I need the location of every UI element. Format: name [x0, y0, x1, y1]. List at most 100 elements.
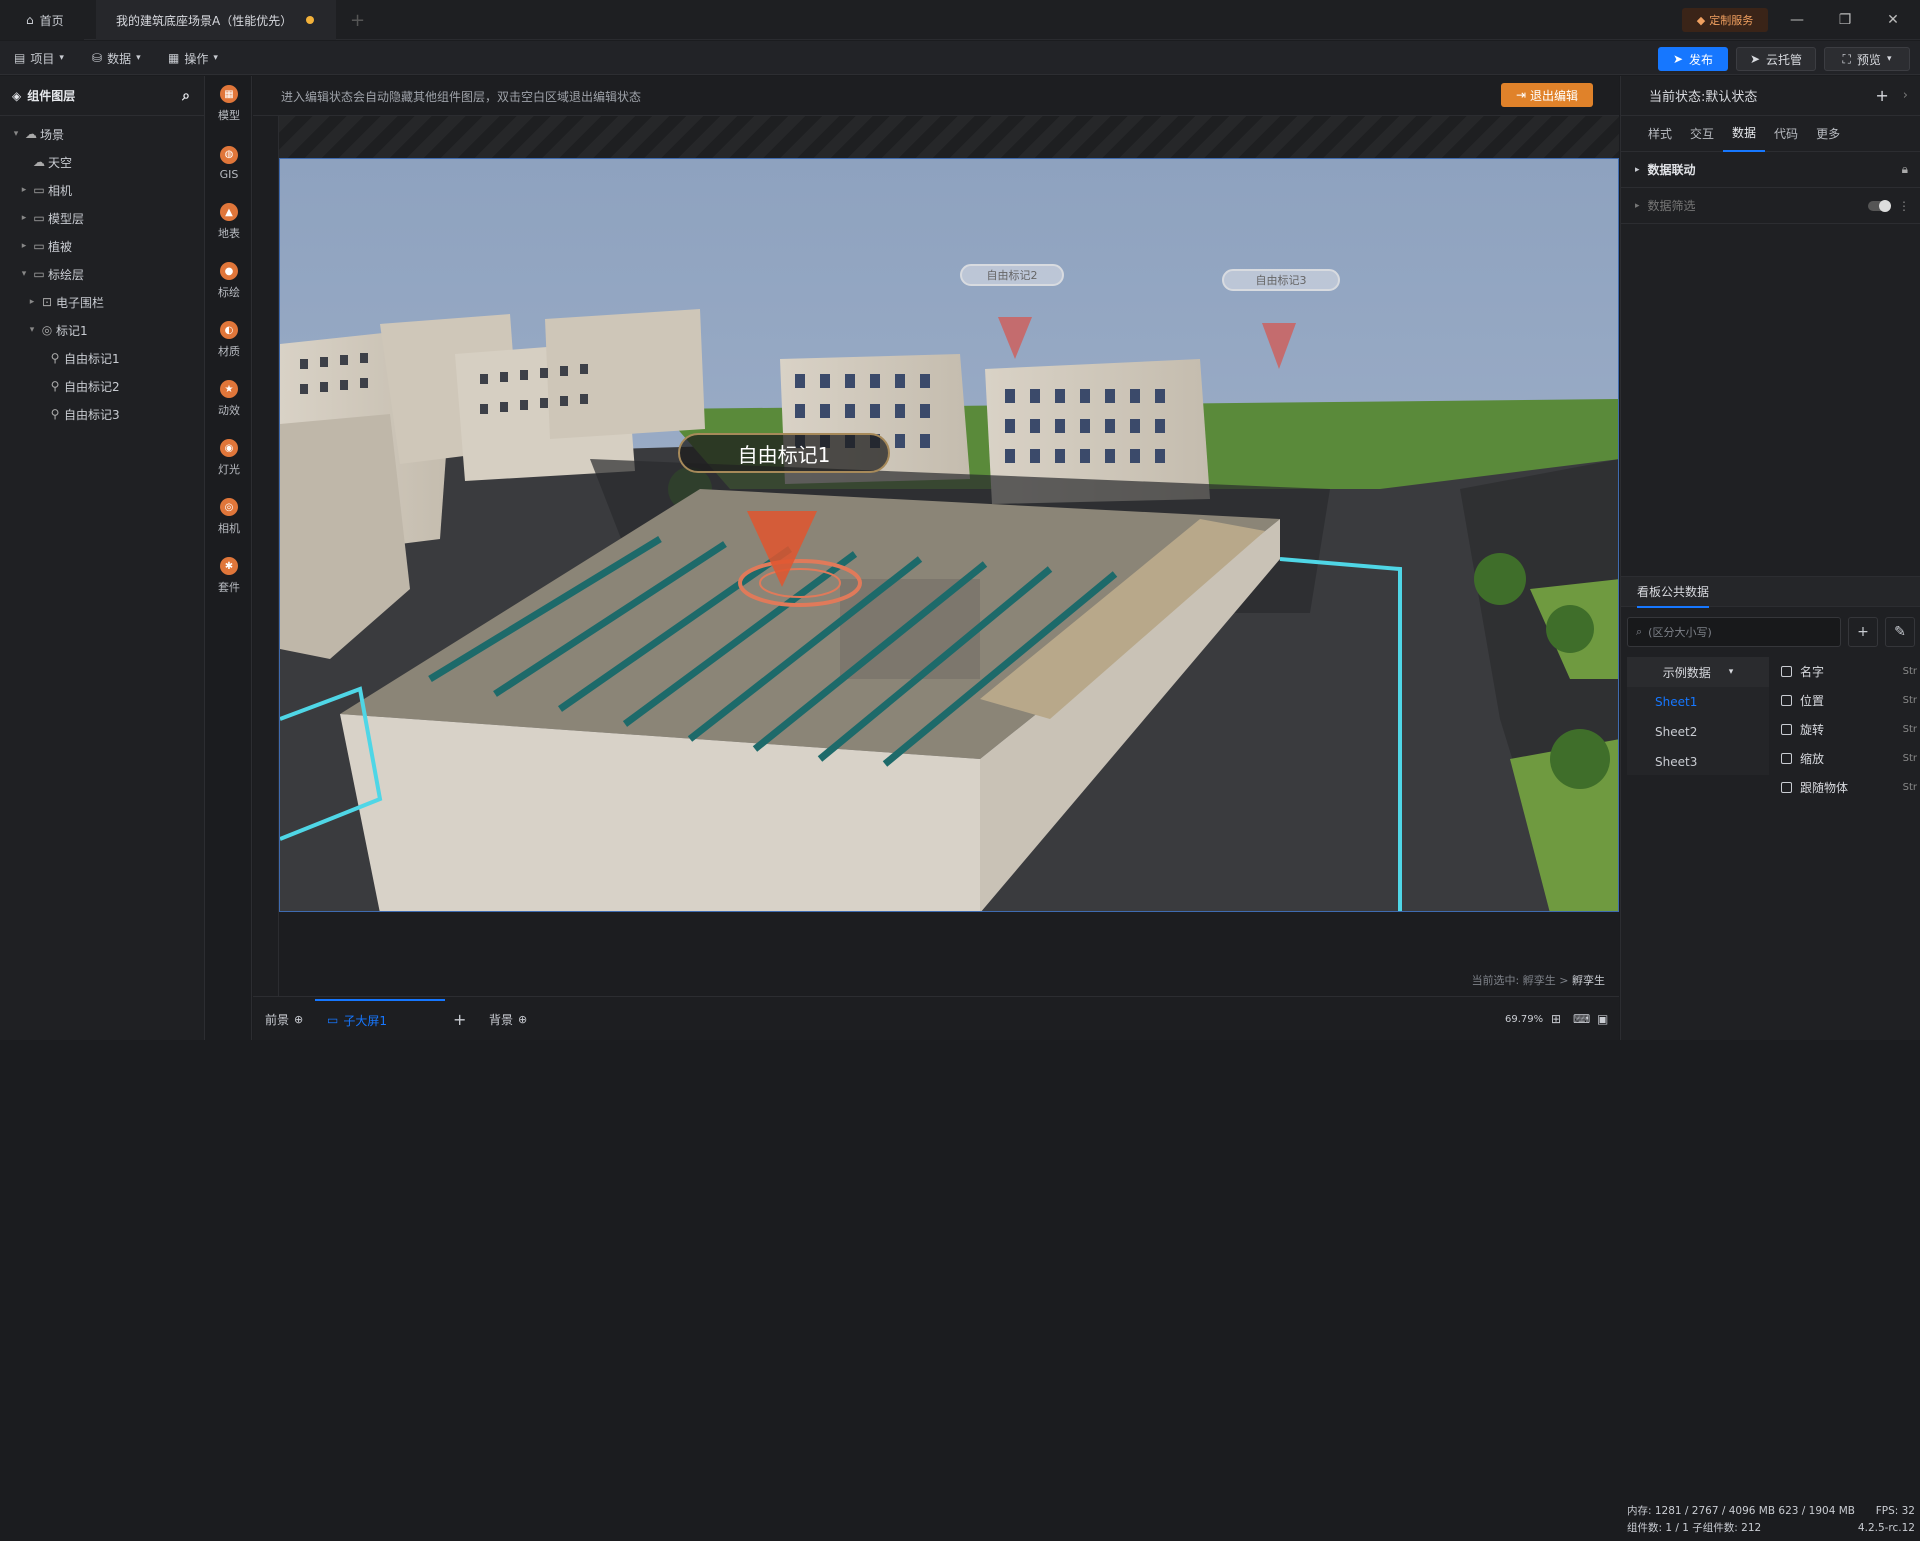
- layer-tree-item[interactable]: ▸ ▭ 相机: [0, 176, 204, 204]
- field-item[interactable]: 位置 Str: [1781, 686, 1920, 715]
- fit-icon[interactable]: ⊞: [1551, 1009, 1561, 1029]
- component-3-button[interactable]: ▲ 地表: [206, 194, 252, 250]
- component-8-button[interactable]: ◎ 相机: [206, 489, 252, 545]
- field-checkbox[interactable]: [1781, 753, 1792, 764]
- add-field-button[interactable]: +: [1848, 617, 1878, 647]
- menu-operate[interactable]: ▦ 操作 ▾: [168, 48, 218, 68]
- layer-tree-item[interactable]: ▾ ☁ 场景: [0, 120, 204, 148]
- menu-project[interactable]: ▤ 项目 ▾: [14, 48, 64, 68]
- sheet-item[interactable]: Sheet2: [1627, 717, 1769, 747]
- search-placeholder: (区分大小写): [1648, 626, 1712, 639]
- field-item[interactable]: 跟随物体 Str: [1781, 773, 1920, 802]
- component-7-button[interactable]: ◉ 灯光: [206, 430, 252, 486]
- keyboard-icon[interactable]: ⌨: [1573, 1009, 1590, 1029]
- marker3-label[interactable]: 自由标记3: [1222, 269, 1340, 291]
- component-label: GIS: [219, 167, 239, 181]
- terminal-icon[interactable]: ▣: [1597, 1009, 1608, 1029]
- tab-property-4[interactable]: 代码: [1765, 116, 1807, 152]
- component-1-button[interactable]: ▦ 模型: [206, 76, 252, 132]
- tab-home[interactable]: ⌂ 首页: [0, 0, 84, 40]
- layer-tree-item[interactable]: ⚲ 自由标记2: [0, 372, 204, 400]
- add-circle-icon[interactable]: ⊕: [294, 1013, 303, 1026]
- data-link-section[interactable]: ▸ 数据联动 🔒︎: [1621, 152, 1920, 188]
- chevron-down-icon: ▾: [59, 53, 64, 63]
- component-icon-bar: ▦ 模型 ◍ GIS ▲ 地表 ● 标绘 ◐ 材质 ★ 动效 ◉ 灯光 ◎ 相机 ✱ 套件: [206, 76, 252, 1040]
- tab-document[interactable]: 我的建筑底座场景A（性能优先）: [96, 0, 336, 40]
- restore-icon[interactable]: ❐: [1830, 8, 1860, 32]
- edit-icon[interactable]: ✎: [1885, 617, 1915, 647]
- caret-icon[interactable]: ▸: [18, 185, 30, 195]
- preview-button[interactable]: ⛶ 预览 ▾: [1824, 47, 1910, 71]
- tab-foreground[interactable]: 前景 ⊕: [265, 1009, 303, 1029]
- tab-child-screen[interactable]: ▭ 子大屏1: [315, 999, 445, 1039]
- caret-icon[interactable]: ▾: [10, 129, 22, 139]
- sheet-item[interactable]: Sheet3: [1627, 747, 1769, 777]
- add-state-icon[interactable]: +: [1875, 86, 1888, 105]
- layer-tree-item[interactable]: ▾ ▭ 标绘层: [0, 260, 204, 288]
- ruler-left: [253, 116, 279, 996]
- component-6-button[interactable]: ★ 动效: [206, 371, 252, 427]
- marker2-label[interactable]: 自由标记2: [960, 264, 1064, 286]
- field-item[interactable]: 名字 Str: [1781, 657, 1920, 686]
- marker1-label[interactable]: 自由标记1: [678, 433, 890, 473]
- component-2-button[interactable]: ◍ GIS: [206, 135, 252, 191]
- home-icon: ⌂: [26, 13, 34, 27]
- field-search-input[interactable]: ⌕ (区分大小写): [1627, 617, 1841, 647]
- field-type: Str: [1902, 666, 1917, 677]
- grid-icon: ▦: [168, 51, 180, 65]
- add-circle-icon[interactable]: ⊕: [518, 1013, 527, 1026]
- close-icon[interactable]: ✕: [1878, 8, 1908, 32]
- tab-background[interactable]: 背景 ⊕: [489, 1009, 527, 1029]
- exit-edit-label: 退出编辑: [1530, 88, 1579, 103]
- component-9-button[interactable]: ✱ 套件: [206, 548, 252, 604]
- menu-data[interactable]: ⛁ 数据 ▾: [92, 48, 141, 68]
- field-checkbox[interactable]: [1781, 666, 1792, 677]
- layer-tree-item[interactable]: ▾ ◎ 标记1: [0, 316, 204, 344]
- tab-property-1[interactable]: 样式: [1639, 116, 1681, 152]
- 3d-scene-viewport[interactable]: 自由标记1 自由标记2 自由标记3: [279, 158, 1619, 912]
- sheet-item[interactable]: Sheet1: [1627, 687, 1769, 717]
- component-5-button[interactable]: ◐ 材质: [206, 312, 252, 368]
- field-checkbox[interactable]: [1781, 782, 1792, 793]
- publish-button[interactable]: ➤ 发布: [1658, 47, 1728, 71]
- field-checkbox[interactable]: [1781, 695, 1792, 706]
- field-item[interactable]: 缩放 Str: [1781, 744, 1920, 773]
- tab-property-2[interactable]: 交互: [1681, 116, 1723, 152]
- lock-icon[interactable]: 🔒︎: [1902, 162, 1908, 177]
- caret-icon[interactable]: ▾: [18, 269, 30, 279]
- tab-property-5[interactable]: 更多: [1807, 116, 1849, 152]
- minimize-icon[interactable]: —: [1782, 8, 1812, 32]
- layer-tree-item[interactable]: ▸ ⊡ 电子围栏: [0, 288, 204, 316]
- tab-property-3[interactable]: 数据: [1723, 116, 1766, 152]
- cloud-hosting-button[interactable]: ➤ 云托管: [1736, 47, 1816, 71]
- component-icon: ◍: [220, 145, 238, 164]
- layer-tree-item[interactable]: ⚲ 自由标记3: [0, 400, 204, 428]
- data-filter-section[interactable]: ▸ 数据筛选 ⋮: [1621, 188, 1920, 224]
- layer-tree-item[interactable]: ▸ ▭ 植被: [0, 232, 204, 260]
- component-4-button[interactable]: ● 标绘: [206, 253, 252, 309]
- new-tab-icon[interactable]: +: [350, 10, 365, 31]
- search-icon[interactable]: ⌕: [182, 88, 190, 104]
- component-count: 组件数: 1 / 1 子组件数: 212: [1627, 1522, 1762, 1534]
- field-item[interactable]: 旋转 Str: [1781, 715, 1920, 744]
- add-screen-icon[interactable]: +: [453, 1009, 466, 1029]
- caret-icon[interactable]: ▸: [26, 297, 38, 307]
- zoom-level[interactable]: 69.79%: [1505, 1009, 1543, 1029]
- layer-type-icon: ☁: [25, 127, 37, 141]
- field-checkbox[interactable]: [1781, 724, 1792, 735]
- component-label: 标绘: [218, 286, 240, 299]
- toggle-switch[interactable]: [1868, 199, 1891, 212]
- caret-icon[interactable]: ▸: [18, 213, 30, 223]
- custom-service-button[interactable]: ◆ 定制服务: [1682, 8, 1768, 32]
- caret-icon[interactable]: ▸: [18, 241, 30, 251]
- dataset-select[interactable]: 示例数据 ▾: [1627, 657, 1769, 687]
- exit-icon: ⇥: [1515, 88, 1527, 102]
- layer-tree-item[interactable]: ▸ ▭ 模型层: [0, 204, 204, 232]
- exit-edit-button[interactable]: ⇥ 退出编辑: [1501, 83, 1593, 107]
- more-vertical-icon[interactable]: ⋮: [1898, 199, 1910, 213]
- edit-hint: 进入编辑状态会自动隐藏其他组件图层，双击空白区域退出编辑状态: [281, 90, 642, 104]
- layer-tree-item[interactable]: ☁ 天空: [0, 148, 204, 176]
- caret-icon[interactable]: ▾: [26, 325, 38, 335]
- chevron-right-icon[interactable]: ›: [1903, 88, 1908, 103]
- layer-tree-item[interactable]: ⚲ 自由标记1: [0, 344, 204, 372]
